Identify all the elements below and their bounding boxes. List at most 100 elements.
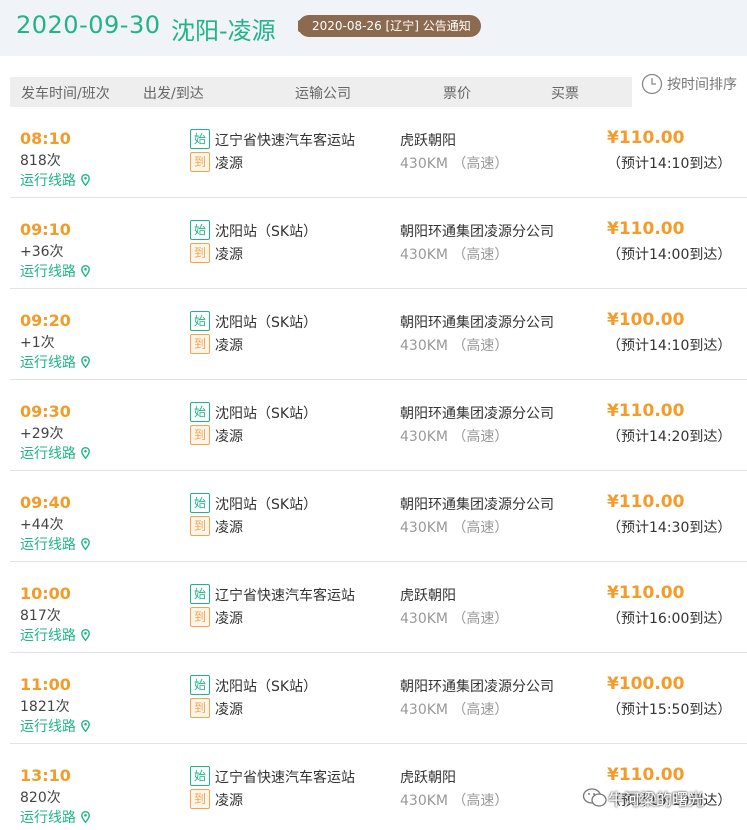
watermark-text: 牛河粱的曙光	[608, 790, 705, 809]
schedule-row: 09:20 +1次 运行线路 始 沈阳站（SK站） 到 凌源 朝阳环通集团凌源分…	[10, 289, 747, 380]
arrival-station: 凌源	[215, 793, 243, 809]
trip-number: 820次	[20, 790, 61, 806]
arrival-station: 凌源	[215, 520, 243, 536]
departure-time: 09:10	[20, 220, 71, 239]
estimated-arrival: （预计16:00到达）	[607, 611, 732, 627]
schedule-row: 09:30 +29次 运行线路 始 沈阳站（SK站） 到 凌源 朝阳环通集团凌源…	[10, 380, 747, 471]
location-pin-icon	[81, 538, 90, 550]
trip-number: +36次	[20, 244, 64, 260]
notice-badge[interactable]: 2020-08-26 [辽宁] 公告通知	[298, 15, 481, 37]
route-line-link[interactable]: 运行线路	[20, 170, 90, 190]
schedule-row: 10:00 817次 运行线路 始 辽宁省快速汽车客运站 到 凌源 虎跃朝阳 4…	[10, 562, 747, 653]
start-badge: 始	[190, 311, 210, 331]
departure-time: 09:20	[20, 311, 71, 330]
sort-label: 按时间排序	[667, 77, 737, 93]
ticket-price[interactable]: ¥110.00	[607, 765, 684, 785]
start-badge: 始	[190, 675, 210, 695]
estimated-arrival: （预计14:30到达）	[607, 520, 732, 536]
ticket-price[interactable]: ¥110.00	[607, 492, 684, 512]
location-pin-icon	[81, 811, 90, 823]
top-bar: 2020-09-30 沈阳-凌源 2020-08-26 [辽宁] 公告通知	[0, 0, 747, 56]
arrival-station: 凌源	[215, 247, 243, 263]
distance: 430KM （高速）	[400, 429, 509, 445]
start-badge: 始	[190, 766, 210, 786]
departure-time: 09:30	[20, 402, 71, 421]
distance: 430KM （高速）	[400, 338, 509, 354]
table-header: 发车时间/班次 出发/到达 运输公司 票价 买票	[10, 77, 632, 107]
transport-company: 虎跃朝阳	[400, 770, 456, 786]
route-line-link[interactable]: 运行线路	[20, 534, 90, 554]
ticket-price[interactable]: ¥110.00	[607, 128, 684, 148]
arrival-station: 凌源	[215, 156, 243, 172]
route-line-link[interactable]: 运行线路	[20, 443, 90, 463]
watermark: 牛河粱的曙光	[582, 786, 704, 810]
arrival-station: 凌源	[215, 611, 243, 627]
departure-time: 08:10	[20, 129, 71, 148]
estimated-arrival: （预计14:10到达）	[607, 338, 732, 354]
departure-station: 沈阳站（SK站）	[215, 497, 318, 513]
arrival-station: 凌源	[215, 429, 243, 445]
start-badge: 始	[190, 220, 210, 240]
route-line-link[interactable]: 运行线路	[20, 261, 90, 281]
departure-time: 09:40	[20, 493, 71, 512]
start-badge: 始	[190, 129, 210, 149]
header-price: 票价	[443, 86, 471, 102]
travel-date: 2020-09-30	[16, 11, 161, 39]
end-badge: 到	[190, 607, 210, 627]
schedule-row: 08:10 818次 运行线路 始 辽宁省快速汽车客运站 到 凌源 虎跃朝阳 4…	[10, 107, 747, 198]
departure-time: 10:00	[20, 584, 71, 603]
route-line-label: 运行线路	[20, 355, 76, 371]
trip-number: 818次	[20, 153, 61, 169]
trip-number: 817次	[20, 608, 61, 624]
end-badge: 到	[190, 334, 210, 354]
ticket-price[interactable]: ¥100.00	[607, 310, 684, 330]
sort-by-time-button[interactable]: 按时间排序	[641, 72, 737, 96]
arrival-station: 凌源	[215, 338, 243, 354]
transport-company: 朝阳环通集团凌源分公司	[400, 224, 554, 240]
route-line-label: 运行线路	[20, 264, 76, 280]
route-line-link[interactable]: 运行线路	[20, 352, 90, 372]
route-line-link[interactable]: 运行线路	[20, 625, 90, 645]
route-line-link[interactable]: 运行线路	[20, 716, 90, 736]
estimated-arrival: （预计14:20到达）	[607, 429, 732, 445]
ticket-price[interactable]: ¥110.00	[607, 401, 684, 421]
route-line-label: 运行线路	[20, 446, 76, 462]
location-pin-icon	[81, 356, 90, 368]
header-company: 运输公司	[295, 86, 351, 102]
ticket-price[interactable]: ¥100.00	[607, 674, 684, 694]
location-pin-icon	[81, 629, 90, 641]
route-line-link[interactable]: 运行线路	[20, 807, 90, 827]
distance: 430KM （高速）	[400, 247, 509, 263]
trip-number: +1次	[20, 335, 55, 351]
ticket-price[interactable]: ¥110.00	[607, 583, 684, 603]
distance: 430KM （高速）	[400, 793, 509, 809]
trip-number: 1821次	[20, 699, 70, 715]
header-depart-arrive: 出发/到达	[143, 86, 204, 102]
arrival-station: 凌源	[215, 702, 243, 718]
start-badge: 始	[190, 402, 210, 422]
departure-station: 沈阳站（SK站）	[215, 224, 318, 240]
header-time-train: 发车时间/班次	[21, 86, 110, 102]
distance: 430KM （高速）	[400, 520, 509, 536]
end-badge: 到	[190, 243, 210, 263]
transport-company: 虎跃朝阳	[400, 588, 456, 604]
route-title: 沈阳-凌源	[171, 17, 276, 45]
end-badge: 到	[190, 698, 210, 718]
route-line-label: 运行线路	[20, 719, 76, 735]
route-line-label: 运行线路	[20, 537, 76, 553]
schedule-list: 08:10 818次 运行线路 始 辽宁省快速汽车客运站 到 凌源 虎跃朝阳 4…	[10, 107, 747, 830]
start-badge: 始	[190, 584, 210, 604]
distance: 430KM （高速）	[400, 611, 509, 627]
route-line-label: 运行线路	[20, 810, 76, 826]
departure-station: 辽宁省快速汽车客运站	[215, 588, 355, 604]
departure-station: 沈阳站（SK站）	[215, 406, 318, 422]
location-pin-icon	[81, 447, 90, 459]
header-buy: 买票	[551, 86, 579, 102]
departure-station: 沈阳站（SK站）	[215, 315, 318, 331]
end-badge: 到	[190, 152, 210, 172]
wechat-icon	[582, 788, 607, 807]
schedule-row: 11:00 1821次 运行线路 始 沈阳站（SK站） 到 凌源 朝阳环通集团凌…	[10, 653, 747, 744]
estimated-arrival: （预计14:10到达）	[607, 156, 732, 172]
ticket-price[interactable]: ¥110.00	[607, 219, 684, 239]
distance: 430KM （高速）	[400, 702, 509, 718]
